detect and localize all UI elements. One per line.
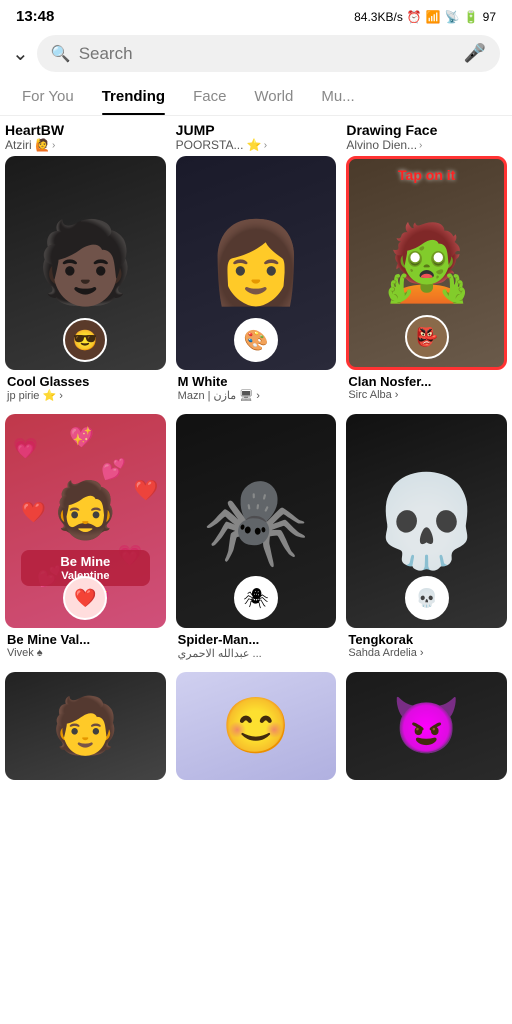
alarm-icon: ⏰ <box>407 10 422 24</box>
data-speed: 84.3KB/s <box>354 10 403 24</box>
status-bar: 13:48 84.3KB/s ⏰ 📶 📡 🔋 97 <box>0 0 512 29</box>
face-bottom2: 😊 <box>222 693 290 758</box>
signal-icon: 📶 <box>426 10 441 24</box>
grid-cell-spiderman[interactable]: 🕷️ 🕷 Spider-Man... عبدالله الاحمري ... <box>171 410 342 668</box>
filter-name-coolglasses: Cool Glasses <box>5 374 91 389</box>
thumb-skull[interactable]: 💀 💀 <box>346 414 507 628</box>
avatar-skull: 💀 <box>405 576 449 620</box>
avatar-mwhite: 🎨 <box>234 318 278 362</box>
face-mwhite: 👩 <box>206 216 306 310</box>
thumb-bottom1[interactable]: 🧑 <box>5 672 166 779</box>
grid-cell-bottom3[interactable]: 😈 <box>341 668 512 787</box>
thumb-bottom2[interactable]: 😊 <box>176 672 337 779</box>
tab-face[interactable]: Face <box>179 78 240 115</box>
grid-cell-bottom1[interactable]: 🧑 <box>0 668 171 787</box>
tab-trending[interactable]: Trending <box>88 78 179 115</box>
grid-cell-bottom2[interactable]: 😊 <box>171 668 342 787</box>
avatar-spiderman: 🕷 <box>234 576 278 620</box>
tab-mu[interactable]: Mu... <box>307 78 368 115</box>
thumb-bottom3[interactable]: 😈 <box>346 672 507 779</box>
grid-row-2: 💗 💕 💖 ❤️ 💗 💕 💖 ❤️ 🧔 Be Mine Valentine ❤️… <box>0 410 512 668</box>
thumb-coolglasses[interactable]: 🧑🏿 😎 <box>5 156 166 370</box>
status-icons: 84.3KB/s ⏰ 📶 📡 🔋 97 <box>354 10 496 24</box>
battery-level: 97 <box>483 10 496 24</box>
grid-cell-mwhite[interactable]: 👩 🎨 M White Mazn | مازن 🖥 › <box>171 152 342 410</box>
tabs-bar: For You Trending Face World Mu... <box>0 78 512 116</box>
face-nosfer: 🧟 <box>380 219 473 307</box>
tab-for-you[interactable]: For You <box>8 78 88 115</box>
filter-author-heartbw: Atziri 🙋 › <box>5 138 166 152</box>
grid-cell-skull[interactable]: 💀 💀 Tengkorak Sahda Ardelia › <box>341 410 512 668</box>
avatar-valentine: ❤️ <box>63 576 107 620</box>
top-label-drawingface: Drawing Face Alvino Dien... › <box>341 122 512 152</box>
filter-name-skull: Tengkorak <box>346 632 415 647</box>
thumb-mwhite[interactable]: 👩 🎨 <box>176 156 337 370</box>
face-valentine: 🧔 <box>51 478 119 543</box>
avatar-nosfer: 👺 <box>405 315 449 359</box>
filter-name-spiderman: Spider-Man... <box>176 632 262 647</box>
filter-name-mwhite: M White <box>176 374 230 389</box>
status-time: 13:48 <box>16 8 54 25</box>
top-labels-row: HeartBW Atziri 🙋 › JUMP POORSTA... ⭐ › D… <box>0 116 512 152</box>
filter-author-drawingface: Alvino Dien... › <box>346 138 507 152</box>
filter-name-valentine: Be Mine Val... <box>5 632 92 647</box>
search-bar[interactable]: 🔍 🎤 <box>37 35 500 72</box>
tab-world[interactable]: World <box>240 78 307 115</box>
avatar-coolglasses: 😎 <box>63 318 107 362</box>
tap-hint-nosfer: Tap on it <box>398 167 455 183</box>
top-label-jump: JUMP POORSTA... ⭐ › <box>171 122 342 152</box>
filter-name-drawingface: Drawing Face <box>346 122 507 138</box>
battery-icon: 🔋 <box>464 10 479 24</box>
dropdown-arrow-icon[interactable]: ⌄ <box>12 41 29 66</box>
search-bar-area: ⌄ 🔍 🎤 <box>0 29 512 78</box>
thumb-spiderman[interactable]: 🕷️ 🕷 <box>176 414 337 628</box>
filter-author-skull: Sahda Ardelia › <box>346 647 425 659</box>
grid-row-1: 🧑🏿 😎 Cool Glasses jp pirie ⭐ › 👩 🎨 M Whi… <box>0 152 512 410</box>
filter-name-nosfer: Clan Nosfer... <box>346 374 433 389</box>
mic-icon[interactable]: 🎤 <box>464 43 486 64</box>
search-input[interactable] <box>79 44 456 64</box>
wifi-icon: 📡 <box>445 10 460 24</box>
filter-author-valentine: Vivek ♠ <box>5 647 45 659</box>
face-coolglasses: 🧑🏿 <box>36 216 136 310</box>
filter-author-coolglasses: jp pirie ⭐ › <box>5 389 65 402</box>
thumb-valentine[interactable]: 💗 💕 💖 ❤️ 💗 💕 💖 ❤️ 🧔 Be Mine Valentine ❤️ <box>5 414 166 628</box>
top-label-heartbw: HeartBW Atziri 🙋 › <box>0 122 171 152</box>
filter-author-mwhite: Mazn | مازن 🖥 › <box>176 389 262 402</box>
filter-author-nosfer: Sirc Alba › <box>346 389 400 401</box>
face-bottom1: 🧑 <box>51 693 119 758</box>
thumb-nosfer[interactable]: 🧟 Tap on it 👺 <box>346 156 507 370</box>
grid-cell-nosfer[interactable]: 🧟 Tap on it 👺 Clan Nosfer... Sirc Alba › <box>341 152 512 410</box>
filter-name-jump: JUMP <box>176 122 337 138</box>
filter-name-heartbw: HeartBW <box>5 122 166 138</box>
grid-cell-coolglasses[interactable]: 🧑🏿 😎 Cool Glasses jp pirie ⭐ › <box>0 152 171 410</box>
grid-row-3: 🧑 😊 😈 <box>0 668 512 787</box>
filter-author-jump: POORSTA... ⭐ › <box>176 138 337 152</box>
filter-author-spiderman: عبدالله الاحمري ... <box>176 647 264 660</box>
grid-cell-valentine[interactable]: 💗 💕 💖 ❤️ 💗 💕 💖 ❤️ 🧔 Be Mine Valentine ❤️… <box>0 410 171 668</box>
face-bottom3: 😈 <box>392 693 460 758</box>
search-icon: 🔍 <box>51 44 71 64</box>
